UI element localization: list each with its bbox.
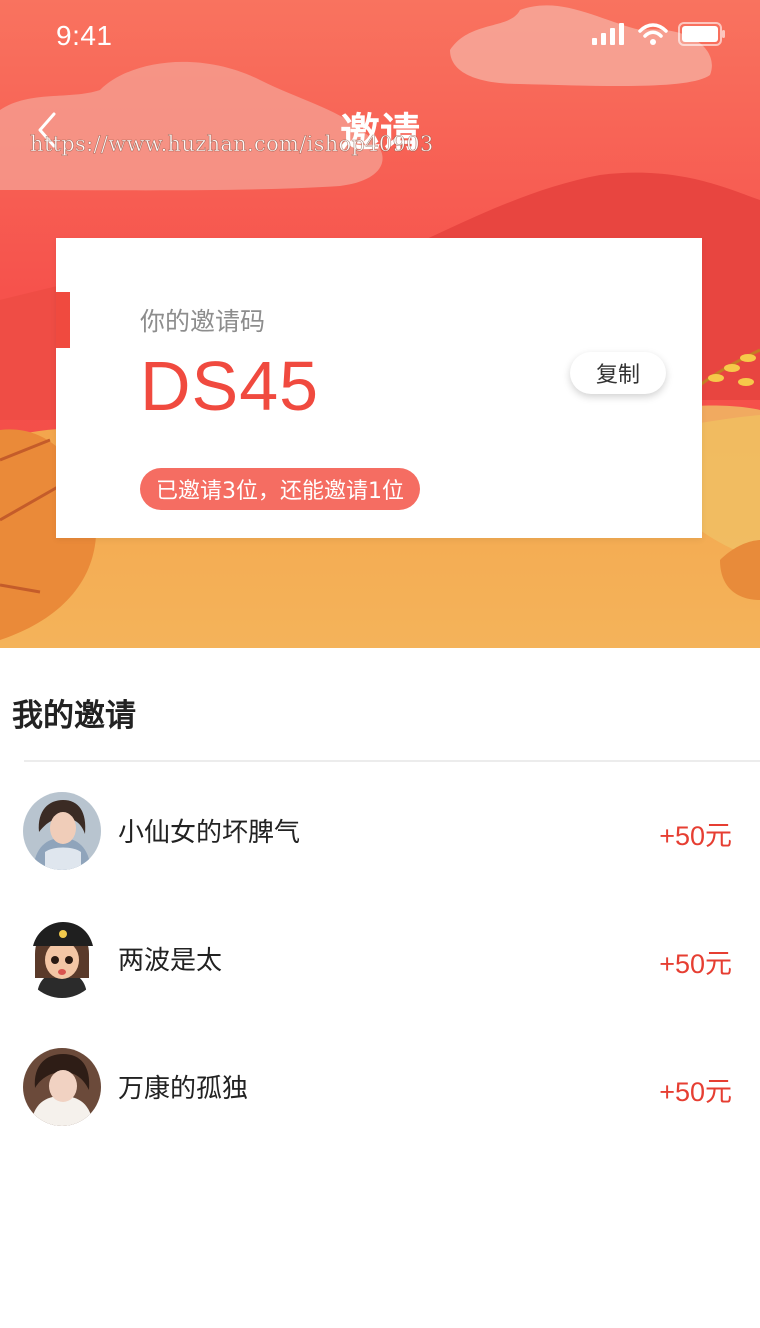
list-item[interactable]: 两波是太 +50元 <box>0 920 760 1020</box>
status-icons <box>592 22 726 46</box>
avatar <box>23 1048 101 1126</box>
status-time: 9:41 <box>56 20 113 51</box>
invite-code-card: 你的邀请码 DS45 复制 已邀请3位，还能邀请1位 <box>56 238 702 538</box>
invitee-name: 小仙女的坏脾气 <box>118 818 301 848</box>
list-item[interactable]: 万康的孤独 +50元 <box>0 1048 760 1148</box>
wifi-icon <box>638 23 668 45</box>
copy-button[interactable]: 复制 <box>570 352 666 394</box>
invite-code-label: 你的邀请码 <box>140 307 266 336</box>
invitee-name: 万康的孤独 <box>118 1074 249 1104</box>
avatar <box>23 792 101 870</box>
invite-code-value: DS45 <box>140 347 320 425</box>
invitee-reward: +50元 <box>659 949 732 979</box>
invite-status-badge: 已邀请3位，还能邀请1位 <box>140 468 420 510</box>
hero-banner: 9:41 邀请 https://www.huzhan.com/ishop4090… <box>0 0 760 648</box>
invitee-reward: +50元 <box>659 821 732 851</box>
list-item[interactable]: 小仙女的坏脾气 +50元 <box>0 792 760 892</box>
avatar <box>23 920 101 998</box>
divider <box>24 760 760 762</box>
battery-icon <box>678 22 725 46</box>
card-accent-bar <box>56 292 70 348</box>
section-title-my-invites: 我的邀请 <box>12 698 136 734</box>
invitee-reward: +50元 <box>659 1077 732 1107</box>
signal-icon <box>592 23 624 45</box>
status-bar: 9:41 <box>0 0 760 76</box>
watermark: https://www.huzhan.com/ishop40903 <box>30 132 434 157</box>
invitee-name: 两波是太 <box>118 946 223 976</box>
